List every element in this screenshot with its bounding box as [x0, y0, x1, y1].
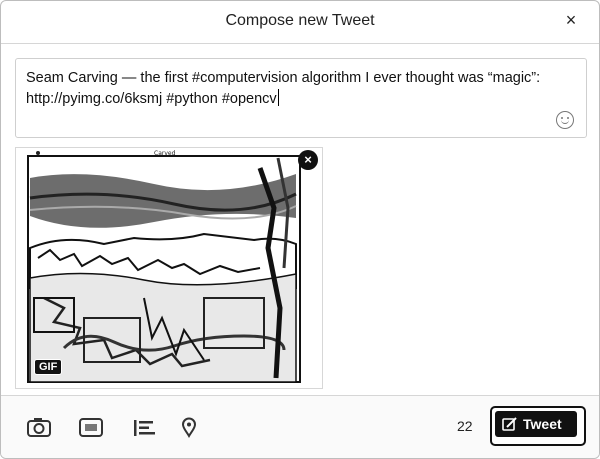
tweet-button-label: Tweet — [523, 416, 562, 432]
media-caption: Carved — [154, 150, 176, 157]
compose-toolbar: 22 Tweet — [1, 395, 599, 458]
dialog-header: Compose new Tweet × — [1, 1, 599, 44]
location-pin-icon[interactable] — [176, 416, 202, 438]
text-caret — [277, 89, 279, 106]
tweet-button-face: Tweet — [495, 411, 577, 437]
gif-icon[interactable] — [78, 416, 104, 438]
compose-feather-icon — [502, 417, 517, 431]
media-thumbnail: Carved — [24, 148, 314, 386]
camera-icon[interactable] — [26, 416, 52, 438]
gif-badge: GIF — [34, 359, 63, 375]
tweet-text-content: Seam Carving — the first #computervision… — [26, 70, 541, 107]
compose-dialog: Compose new Tweet × Seam Carving — the f… — [0, 0, 600, 459]
tweet-textbox[interactable]: Seam Carving — the first #computervision… — [15, 58, 587, 138]
dialog-title: Compose new Tweet — [225, 12, 375, 29]
close-icon[interactable]: × — [561, 10, 581, 30]
character-counter: 22 — [457, 418, 473, 434]
media-attachment: Carved — [15, 147, 323, 389]
smiley-mouth — [561, 119, 569, 124]
tweet-text: Seam Carving — the first #computervision… — [26, 68, 566, 110]
tweet-button[interactable]: Tweet — [490, 406, 586, 446]
remove-media-button[interactable]: × — [298, 150, 318, 170]
poll-icon[interactable] — [131, 416, 157, 438]
smiley-icon[interactable] — [556, 111, 574, 129]
